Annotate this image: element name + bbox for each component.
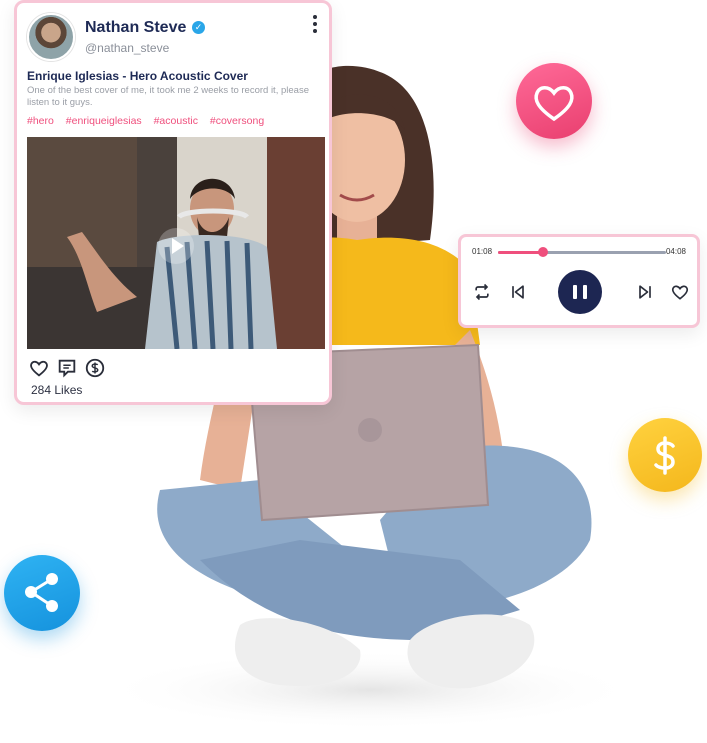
heart-icon[interactable]: [28, 357, 50, 379]
heart-icon: [534, 86, 574, 122]
tag-link[interactable]: #acoustic: [154, 115, 198, 127]
post-tags: #hero #enriqueiglesias #acoustic #covers…: [27, 115, 273, 127]
total-time: 04:08: [665, 247, 686, 256]
dollar-icon: [654, 436, 675, 475]
pause-button[interactable]: [558, 270, 602, 314]
post-video[interactable]: [27, 137, 325, 349]
author-name[interactable]: Nathan Steve: [85, 19, 186, 37]
verified-badge-icon: ✓: [192, 21, 205, 34]
like-bubble[interactable]: [516, 63, 592, 139]
likes-count: 284 Likes: [31, 383, 83, 397]
next-icon[interactable]: [635, 282, 655, 302]
dollar-icon[interactable]: [84, 357, 106, 379]
hero-illustration: Nathan Steve ✓ @nathan_steve Enrique Igl…: [0, 0, 707, 743]
tag-link[interactable]: #hero: [27, 115, 54, 127]
tag-link[interactable]: #coversong: [210, 115, 264, 127]
avatar[interactable]: [27, 13, 75, 61]
post-description: One of the best cover of me, it took me …: [27, 85, 309, 108]
tip-bubble[interactable]: [628, 418, 702, 492]
previous-icon[interactable]: [508, 282, 528, 302]
comment-icon[interactable]: [56, 357, 78, 379]
seek-handle[interactable]: [538, 247, 549, 257]
author-handle[interactable]: @nathan_steve: [85, 41, 169, 55]
repeat-icon[interactable]: [472, 282, 492, 302]
post-title: Enrique Iglesias - Hero Acoustic Cover: [27, 69, 248, 83]
heart-icon[interactable]: [670, 282, 690, 302]
music-player: 01:08 04:08: [458, 234, 700, 328]
seek-progress: [498, 251, 544, 254]
play-icon[interactable]: [158, 228, 194, 264]
share-icon: [25, 573, 58, 612]
seek-bar[interactable]: [498, 247, 666, 257]
elapsed-time: 01:08: [472, 247, 493, 256]
tag-link[interactable]: #enriqueiglesias: [66, 115, 142, 127]
share-bubble[interactable]: [4, 555, 80, 631]
more-options-icon[interactable]: [311, 15, 319, 37]
post-card: Nathan Steve ✓ @nathan_steve Enrique Igl…: [14, 0, 332, 405]
